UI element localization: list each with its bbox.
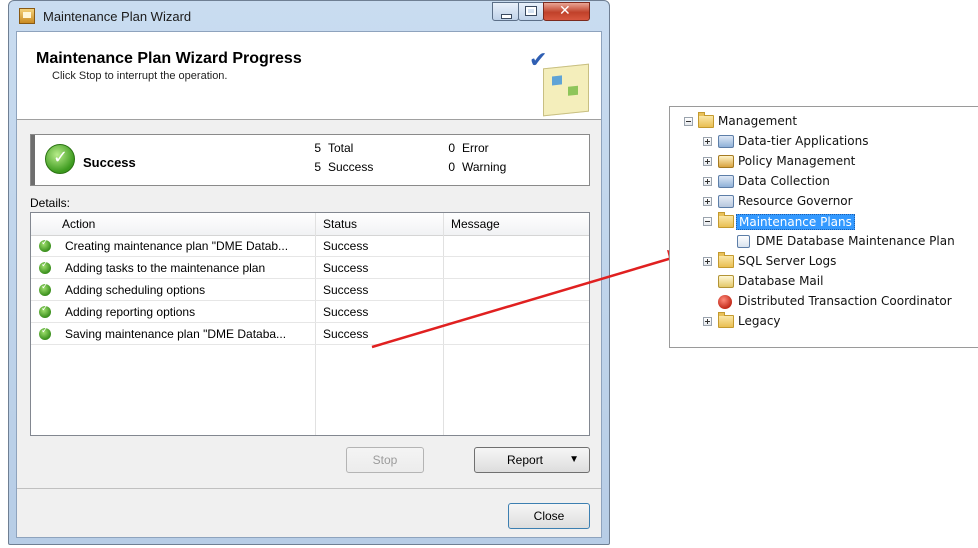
title-bar[interactable]: Maintenance Plan Wizard ✕	[9, 1, 609, 31]
success-icon	[39, 304, 51, 318]
folder-icon	[718, 212, 734, 228]
table-row[interactable]: Saving maintenance plan "DME Databa... S…	[31, 323, 589, 345]
folder-icon	[718, 252, 734, 268]
dtc-icon	[718, 295, 732, 309]
minimize-button[interactable]	[492, 2, 519, 21]
table-row[interactable]: Adding scheduling options Success	[31, 279, 589, 301]
expand-icon[interactable]	[703, 317, 712, 326]
success-icon	[39, 326, 51, 340]
checkmark-icon: ✔	[529, 48, 548, 73]
table-row[interactable]: Adding tasks to the maintenance plan Suc…	[31, 257, 589, 279]
wizard-client-area: Maintenance Plan Wizard Progress Click S…	[16, 31, 602, 538]
column-header-message[interactable]: Message	[451, 217, 500, 231]
object-explorer-tree[interactable]: Management Data-tier Applications Policy…	[669, 106, 978, 348]
grid-header: Action Status Message	[31, 213, 589, 236]
close-button[interactable]: Close	[508, 503, 590, 529]
success-icon	[39, 282, 51, 296]
expand-icon[interactable]	[703, 137, 712, 146]
expand-icon[interactable]	[703, 177, 712, 186]
minimize-icon	[501, 14, 512, 19]
tree-node-label: SQL Server Logs	[738, 254, 837, 268]
resource-governor-icon	[718, 195, 734, 208]
cell-action: Adding tasks to the maintenance plan	[65, 261, 266, 275]
tree-node-label: Policy Management	[738, 154, 856, 168]
cell-action: Adding reporting options	[65, 305, 196, 319]
progress-summary: ✓ Success 5 Total 5 Success 0 Error 0 Warnin…	[30, 134, 590, 186]
table-row[interactable]: Creating maintenance plan "DME Datab... …	[31, 235, 589, 257]
tree-node-label: Data Collection	[738, 174, 830, 188]
footer-divider	[17, 488, 601, 489]
cell-action: Creating maintenance plan "DME Datab...	[65, 239, 289, 253]
cell-status: Success	[323, 283, 369, 297]
tree-node-label: Management	[718, 114, 798, 128]
summary-status: Success	[83, 155, 136, 170]
collapse-icon[interactable]	[684, 117, 693, 126]
details-grid[interactable]: Action Status Message Creating maintenan…	[30, 212, 590, 436]
dropdown-arrow-icon: ▼	[569, 454, 579, 465]
total-stat: 5 Total	[314, 141, 354, 155]
data-tier-icon	[718, 135, 734, 148]
maintenance-plan-icon	[737, 235, 750, 248]
close-icon: ✕	[559, 3, 571, 19]
report-button-label: Report	[507, 453, 544, 467]
cell-status: Success	[323, 261, 369, 275]
cell-action: Adding scheduling options	[65, 283, 206, 297]
collapse-icon[interactable]	[703, 217, 712, 226]
success-icon	[39, 260, 51, 274]
tree-node-label-selected: Maintenance Plans	[736, 214, 855, 230]
folder-icon	[718, 312, 734, 328]
stop-button[interactable]: Stop	[346, 447, 424, 473]
page-subtitle: Click Stop to interrupt the operation.	[52, 70, 228, 82]
report-button[interactable]: Report ▼	[474, 447, 590, 473]
expand-icon[interactable]	[703, 157, 712, 166]
database-mail-icon	[718, 275, 734, 288]
table-row[interactable]: Adding reporting options Success	[31, 301, 589, 323]
success-icon	[39, 238, 51, 252]
wizard-window: Maintenance Plan Wizard ✕ Maintenance Pl…	[8, 0, 610, 545]
cell-action: Saving maintenance plan "DME Databa...	[65, 327, 287, 341]
warning-stat: 0 Warning	[448, 160, 507, 174]
cell-status: Success	[323, 239, 369, 253]
window-close-button[interactable]: ✕	[543, 2, 590, 21]
tree-node-label: DME Database Maintenance Plan	[756, 234, 955, 248]
tree-node-label: Resource Governor	[738, 194, 853, 208]
success-check-icon: ✓	[45, 144, 75, 174]
policy-icon	[718, 155, 734, 168]
details-label: Details:	[30, 196, 71, 210]
expand-icon[interactable]	[703, 257, 712, 266]
maximize-button[interactable]	[518, 2, 544, 21]
maximize-icon	[525, 6, 537, 16]
tree-node-label: Distributed Transaction Coordinator	[738, 294, 952, 308]
data-collection-icon	[718, 175, 734, 188]
wizard-graphic-icon: ✔	[525, 48, 591, 118]
expand-icon[interactable]	[703, 197, 712, 206]
tree-node-label: Legacy	[738, 314, 781, 328]
cell-status: Success	[323, 305, 369, 319]
window-title: Maintenance Plan Wizard	[43, 9, 192, 24]
cell-status: Success	[323, 327, 369, 341]
tree-node-label: Database Mail	[738, 274, 824, 288]
success-stat: 5 Success	[314, 160, 374, 174]
page-title: Maintenance Plan Wizard Progress	[36, 50, 302, 67]
column-header-status[interactable]: Status	[323, 217, 357, 231]
column-header-action[interactable]: Action	[62, 217, 95, 231]
wizard-header: Maintenance Plan Wizard Progress Click S…	[17, 32, 601, 120]
folder-icon	[698, 112, 714, 128]
tree-node-label: Data-tier Applications	[738, 134, 869, 148]
wizard-app-icon	[19, 8, 35, 24]
error-stat: 0 Error	[448, 141, 489, 155]
